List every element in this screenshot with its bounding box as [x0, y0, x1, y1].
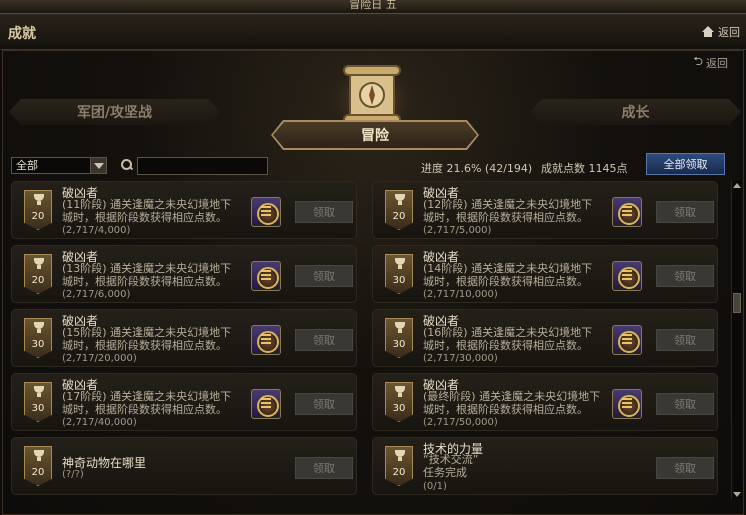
scroll-compass-emblem-icon: [330, 64, 414, 128]
reward-item-icon[interactable]: [612, 197, 642, 227]
achievement-progress: (2,717/50,000): [423, 417, 498, 428]
points-badge: 20: [24, 190, 52, 230]
achievement-card: 20 神奇动物在哪里 (?/?) 领取: [11, 437, 357, 495]
points-badge: 20: [385, 190, 413, 230]
achievement-desc: “技术交流” 任务完成: [423, 453, 479, 479]
reward-item-icon[interactable]: [251, 389, 281, 419]
tab-growth[interactable]: 成长: [530, 99, 741, 125]
achievement-card: 20 破凶者 (13阶段) 通关逢魔之未央幻境地下城时，根据阶段数获得相应点数。…: [11, 245, 357, 303]
achievement-card: 20 技术的力量 “技术交流” 任务完成 (0/1) 领取: [372, 437, 718, 495]
claim-button[interactable]: 领取: [656, 201, 714, 223]
achievement-progress: (0/1): [423, 481, 447, 492]
trophy-icon: [394, 258, 406, 269]
achievement-progress: (2,717/4,000): [62, 225, 131, 236]
achievement-card: 20 破凶者 (11阶段) 通关逢魔之未央幻境地下城时，根据阶段数获得相应点数。…: [11, 181, 357, 239]
reward-item-icon[interactable]: [612, 261, 642, 291]
trophy-icon: [394, 322, 406, 333]
points-badge: 30: [385, 318, 413, 358]
trophy-icon: [33, 258, 45, 269]
home-back-button[interactable]: 返回: [702, 24, 740, 40]
claim-button[interactable]: 领取: [656, 329, 714, 351]
achievement-card: 30 破凶者 (16阶段) 通关逢魔之未央幻境地下城时，根据阶段数获得相应点数。…: [372, 309, 718, 367]
achievement-card: 20 破凶者 (12阶段) 通关逢魔之未央幻境地下城时，根据阶段数获得相应点数。…: [372, 181, 718, 239]
achievement-progress: (2,717/5,000): [423, 225, 492, 236]
page-title: 成就: [8, 26, 36, 42]
scroll-thumb[interactable]: [733, 293, 741, 313]
achievement-progress: (2,717/10,000): [423, 289, 498, 300]
points-badge: 30: [24, 382, 52, 422]
trophy-icon: [33, 450, 45, 461]
reward-item-icon[interactable]: [612, 325, 642, 355]
points-badge: 20: [385, 446, 413, 486]
reward-item-icon[interactable]: [251, 261, 281, 291]
category-dropdown[interactable]: 全部: [11, 157, 107, 174]
achievement-card: 30 破凶者 (17阶段) 通关逢魔之未央幻境地下城时，根据阶段数获得相应点数。…: [11, 373, 357, 431]
achievement-progress: (2,717/20,000): [62, 353, 137, 364]
sub-back-label: 返回: [706, 56, 728, 70]
points-badge: 20: [24, 254, 52, 294]
achievement-desc: (13阶段) 通关逢魔之未央幻境地下城时，根据阶段数获得相应点数。: [62, 262, 232, 288]
claim-button[interactable]: 领取: [295, 329, 353, 351]
points-badge: 30: [24, 318, 52, 358]
achievement-card: 30 破凶者 (最终阶段) 通关逢魔之未央幻境地下城时，根据阶段数获得相应点数。…: [372, 373, 718, 431]
reward-item-icon[interactable]: [251, 197, 281, 227]
search-input[interactable]: [137, 157, 268, 175]
achievement-card: 30 破凶者 (14阶段) 通关逢魔之未央幻境地下城时，根据阶段数获得相应点数。…: [372, 245, 718, 303]
window-title: 冒险日 五: [349, 0, 397, 11]
reward-item-icon[interactable]: [251, 325, 281, 355]
window-titlebar: 冒险日 五: [0, 0, 746, 14]
points-badge: 20: [24, 446, 52, 486]
reward-item-icon[interactable]: [612, 389, 642, 419]
achievement-desc: (16阶段) 通关逢魔之未央幻境地下城时，根据阶段数获得相应点数。: [423, 326, 593, 352]
page-header: 成就 返回: [0, 14, 746, 50]
points-badge: 30: [385, 382, 413, 422]
achievement-desc: (15阶段) 通关逢魔之未央幻境地下城时，根据阶段数获得相应点数。: [62, 326, 232, 352]
achievement-desc: (14阶段) 通关逢魔之未央幻境地下城时，根据阶段数获得相应点数。: [423, 262, 593, 288]
chevron-down-icon[interactable]: [90, 158, 106, 173]
achievement-list: 20 破凶者 (11阶段) 通关逢魔之未央幻境地下城时，根据阶段数获得相应点数。…: [11, 181, 727, 501]
claim-button[interactable]: 领取: [656, 265, 714, 287]
trophy-icon: [33, 322, 45, 333]
trophy-icon: [394, 450, 406, 461]
trophy-icon: [33, 194, 45, 205]
search-icon: [121, 159, 133, 171]
tab-adventure[interactable]: 冒险: [273, 122, 477, 148]
progress-text: 进度 21.6% (42/194): [421, 162, 533, 175]
achievement-desc: (最终阶段) 通关逢魔之未央幻境地下城时，根据阶段数获得相应点数。: [423, 390, 601, 416]
achievement-progress: (2,717/40,000): [62, 417, 137, 428]
back-label: 返回: [718, 26, 740, 39]
achievement-desc: (12阶段) 通关逢魔之未央幻境地下城时，根据阶段数获得相应点数。: [423, 198, 593, 224]
achievement-progress: (2,717/6,000): [62, 289, 131, 300]
claim-button[interactable]: 领取: [656, 457, 714, 479]
claim-all-button[interactable]: 全部领取: [646, 153, 725, 175]
trophy-icon: [394, 194, 406, 205]
claim-button[interactable]: 领取: [656, 393, 714, 415]
achievement-progress: (2,717/30,000): [423, 353, 498, 364]
list-scrollbar[interactable]: [731, 181, 741, 499]
scroll-down-icon[interactable]: [733, 491, 741, 499]
sub-back-button[interactable]: ⮌ 返回: [693, 52, 728, 73]
claim-button[interactable]: 领取: [295, 265, 353, 287]
points-badge: 30: [385, 254, 413, 294]
return-arrow-icon: ⮌: [693, 54, 703, 68]
claim-button[interactable]: 领取: [295, 457, 353, 479]
achievement-card: 30 破凶者 (15阶段) 通关逢魔之未央幻境地下城时，根据阶段数获得相应点数。…: [11, 309, 357, 367]
scroll-up-icon[interactable]: [733, 181, 741, 189]
category-selected: 全部: [16, 159, 38, 172]
tab-legion[interactable]: 军团/攻坚战: [9, 99, 220, 125]
achievement-progress: (?/?): [62, 469, 84, 480]
achievement-desc: (11阶段) 通关逢魔之未央幻境地下城时，根据阶段数获得相应点数。: [62, 198, 232, 224]
trophy-icon: [394, 386, 406, 397]
home-icon: [702, 26, 714, 38]
claim-button[interactable]: 领取: [295, 201, 353, 223]
trophy-icon: [33, 386, 45, 397]
claim-button[interactable]: 领取: [295, 393, 353, 415]
achievement-desc: (17阶段) 通关逢魔之未央幻境地下城时，根据阶段数获得相应点数。: [62, 390, 232, 416]
points-text: 成就点数 1145点: [541, 162, 628, 175]
